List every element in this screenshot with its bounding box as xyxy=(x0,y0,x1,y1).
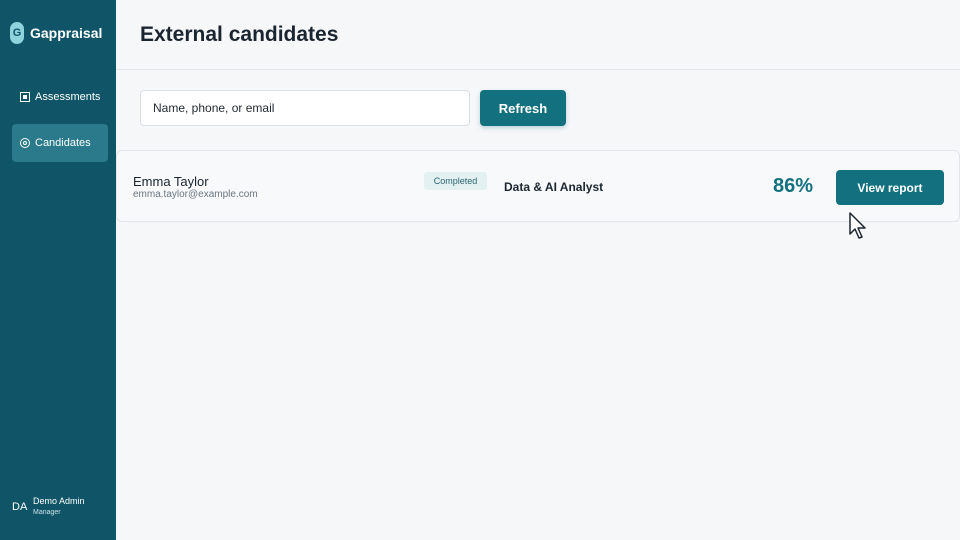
brand-logo-icon: G xyxy=(10,22,24,44)
brand[interactable]: G Gappraisal xyxy=(10,22,102,44)
page-header: External candidates xyxy=(116,0,960,70)
main-content: External candidates Refresh Emma Taylor … xyxy=(116,0,960,540)
candidate-email: emma.taylor@example.com xyxy=(133,189,258,200)
sidebar-item-candidates[interactable]: Candidates xyxy=(12,124,108,162)
refresh-button[interactable]: Refresh xyxy=(480,90,566,126)
user-role: Manager xyxy=(33,509,61,516)
status-badge: Completed xyxy=(424,172,487,190)
page-title: External candidates xyxy=(140,22,339,46)
candidates-icon xyxy=(20,138,30,148)
candidate-name: Emma Taylor xyxy=(133,174,209,189)
sidebar-item-assessments[interactable]: Assessments xyxy=(12,78,108,116)
candidate-role: Data & AI Analyst xyxy=(504,180,604,194)
user-name: Demo Admin xyxy=(33,496,85,506)
view-report-button[interactable]: View report xyxy=(836,170,944,205)
brand-name: Gappraisal xyxy=(30,25,103,41)
sidebar-item-label: Assessments xyxy=(35,91,101,103)
table-row[interactable]: Emma Taylor emma.taylor@example.com Comp… xyxy=(116,150,960,222)
user-profile[interactable]: DA Demo Admin Manager xyxy=(12,495,85,519)
mouse-cursor-icon xyxy=(849,212,866,239)
avatar: DA xyxy=(12,501,28,513)
candidate-score: 86% xyxy=(773,175,814,197)
assessment-icon xyxy=(20,92,30,102)
sidebar-item-label: Candidates xyxy=(35,137,91,149)
search-input[interactable] xyxy=(140,90,470,126)
sidebar: G Gappraisal Assessments Candidates DA D… xyxy=(0,0,116,540)
